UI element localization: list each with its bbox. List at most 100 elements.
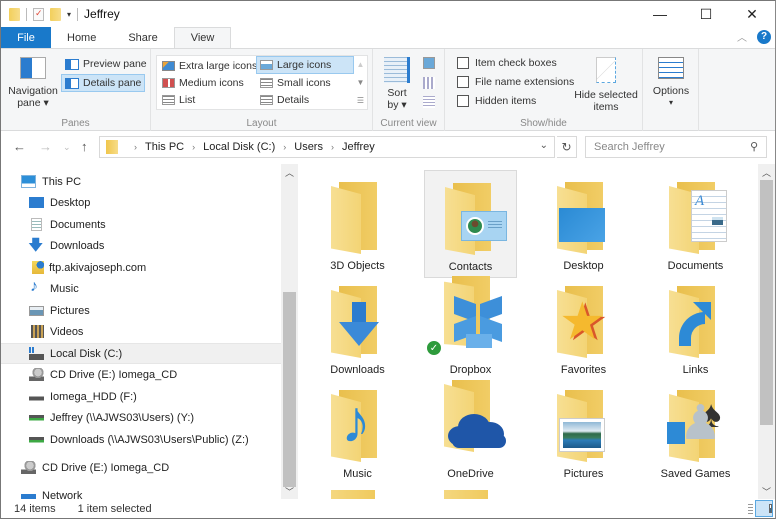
folder-item-saved-games[interactable]: ♠ ♟ Saved Games (649, 378, 741, 486)
nav-item-documents[interactable]: Documents (1, 214, 281, 235)
nav-item-ftp[interactable]: ftp.akivajoseph.com (1, 257, 281, 278)
breadcrumb-separator-icon[interactable]: › (331, 142, 334, 152)
scroll-down-icon[interactable]: ﹀ (758, 483, 775, 499)
tab-file[interactable]: File (1, 27, 51, 48)
nav-item-videos[interactable]: Videos (1, 321, 281, 342)
hide-selected-items-button[interactable]: Hide selected items (571, 57, 641, 113)
window-controls: — ☐ ✕ (637, 1, 775, 27)
nav-item-downloads[interactable]: Downloads (1, 235, 281, 260)
list-icon (162, 95, 175, 105)
folder-item-pictures[interactable]: Pictures (537, 378, 630, 486)
navigation-pane-button[interactable]: Navigation pane ▾ (5, 57, 61, 109)
cd-drive-icon (29, 368, 44, 381)
tab-share[interactable]: Share (112, 27, 173, 48)
folder-item-contacts[interactable]: Contacts (424, 170, 517, 278)
folder-icon[interactable] (9, 7, 20, 21)
checkbox[interactable] (457, 76, 469, 88)
scroll-down-icon[interactable]: ﹀ (281, 483, 298, 499)
search-icon[interactable]: ⚲ (750, 140, 758, 153)
layout-details[interactable]: Details (257, 91, 312, 109)
folder-item-links[interactable]: Links (649, 274, 741, 382)
checkbox[interactable] (457, 95, 469, 107)
nav-item-network[interactable]: Network (1, 485, 281, 499)
customize-toolbar-dropdown-icon[interactable]: ▾ (67, 10, 71, 19)
options-button[interactable]: Options ▾ (649, 57, 693, 109)
layout-medium-icons[interactable]: Medium icons (159, 74, 247, 92)
layout-list[interactable]: List (159, 91, 198, 109)
nav-item-music[interactable]: Music (1, 278, 281, 299)
large-icons-view-button[interactable] (755, 500, 773, 517)
checkbox[interactable] (457, 57, 469, 69)
network-icon (21, 489, 36, 499)
layout-gallery-scroll[interactable]: ▲ ▼ ☰ (354, 55, 367, 110)
nav-item-desktop[interactable]: Desktop (1, 192, 281, 213)
item-check-boxes-toggle[interactable]: Item check boxes (457, 57, 557, 69)
folder-item-desktop[interactable]: Desktop (537, 170, 630, 278)
back-button[interactable]: ← (13, 139, 26, 154)
sort-by-button[interactable]: Sort by ▾ (381, 57, 413, 111)
file-name-extensions-toggle[interactable]: File name extensions (457, 76, 574, 88)
maximize-button[interactable]: ☐ (683, 1, 729, 27)
up-button[interactable]: ↑ (81, 139, 88, 154)
address-bar[interactable]: › This PC › Local Disk (C:) › Users › Je… (99, 136, 555, 158)
tab-view[interactable]: View (173, 27, 232, 48)
hidden-items-toggle[interactable]: Hidden items (457, 95, 536, 107)
gallery-down-icon[interactable]: ▼ (357, 78, 365, 87)
preview-pane-button[interactable]: Preview pane (62, 55, 150, 73)
add-columns-icon[interactable] (423, 77, 435, 89)
gallery-up-icon[interactable]: ▲ (357, 60, 365, 69)
navigation-pane-scrollbar[interactable]: ︿ ﹀ (281, 164, 298, 499)
scroll-up-icon[interactable]: ︿ (281, 164, 298, 180)
file-list-scrollbar[interactable]: ︿ ﹀ (758, 164, 775, 499)
forward-button[interactable]: → (39, 139, 52, 154)
address-history-dropdown-icon[interactable]: ⌄ (540, 140, 548, 151)
breadcrumb-separator-icon[interactable]: › (192, 142, 195, 152)
nav-item-this-pc[interactable]: This PC (1, 171, 281, 192)
nav-item-cd-drive-root[interactable]: CD Drive (E:) Iomega_CD (1, 457, 281, 478)
scrollbar-thumb[interactable] (760, 180, 773, 425)
folder-item-onedrive[interactable]: OneDrive (424, 378, 517, 486)
breadcrumb-this-pc[interactable]: This PC (145, 141, 184, 153)
folder-item-3d-objects[interactable]: 3D Objects (311, 170, 404, 278)
layout-large-icons[interactable]: Large icons (256, 56, 354, 74)
nav-item-downloads-network-drive[interactable]: Downloads (\\AJWS03\Users\Public) (Z:) (1, 429, 281, 450)
nav-item-iomega-hdd[interactable]: Iomega_HDD (F:) (1, 386, 281, 407)
folder-item-documents[interactable]: A Documents (649, 170, 741, 278)
layout-extra-large-icons[interactable]: Extra large icons (159, 57, 260, 75)
nav-item-jeffrey-network-drive[interactable]: Jeffrey (\\AJWS03\Users) (Y:) (1, 407, 281, 428)
details-pane-button[interactable]: Details pane (61, 74, 146, 92)
layout-small-icons[interactable]: Small icons (257, 74, 334, 92)
folder-item-dropbox[interactable]: ✓ Dropbox (424, 274, 517, 382)
breadcrumb-separator-icon[interactable]: › (134, 142, 137, 152)
small-icons-icon (260, 78, 273, 88)
folder-item-favorites[interactable]: ★ Favorites (537, 274, 630, 382)
scrollbar-thumb[interactable] (283, 292, 296, 487)
details-view-button[interactable] (735, 500, 753, 517)
collapse-ribbon-icon[interactable]: ︿ (737, 29, 747, 44)
scroll-up-icon[interactable]: ︿ (758, 164, 775, 180)
properties-icon[interactable] (33, 7, 44, 21)
breadcrumb-users[interactable]: Users (294, 141, 323, 153)
folder-item-partial[interactable] (331, 490, 375, 499)
breadcrumb-separator-icon[interactable]: › (283, 142, 286, 152)
gallery-more-icon[interactable]: ☰ (357, 96, 364, 105)
search-input[interactable] (594, 141, 744, 153)
new-folder-icon[interactable] (50, 7, 61, 21)
folder-item-partial[interactable] (444, 490, 488, 499)
folder-item-downloads[interactable]: Downloads (311, 274, 404, 382)
folder-item-music[interactable]: ♪ Music (311, 378, 404, 486)
search-box[interactable]: ⚲ (585, 136, 767, 158)
help-icon[interactable]: ? (757, 29, 771, 44)
group-by-icon[interactable] (423, 57, 435, 69)
refresh-button[interactable]: ↻ (557, 136, 577, 158)
close-button[interactable]: ✕ (729, 1, 775, 27)
nav-item-pictures[interactable]: Pictures (1, 300, 281, 321)
recent-locations-dropdown[interactable]: ⌄ (63, 142, 71, 153)
nav-item-cd-drive[interactable]: CD Drive (E:) Iomega_CD (1, 364, 281, 385)
breadcrumb-jeffrey[interactable]: Jeffrey (342, 141, 375, 153)
size-columns-icon[interactable] (423, 96, 435, 108)
minimize-button[interactable]: — (637, 1, 683, 27)
nav-item-local-disk[interactable]: Local Disk (C:) (1, 343, 281, 364)
tab-home[interactable]: Home (51, 27, 112, 48)
breadcrumb-local-disk[interactable]: Local Disk (C:) (203, 141, 275, 153)
